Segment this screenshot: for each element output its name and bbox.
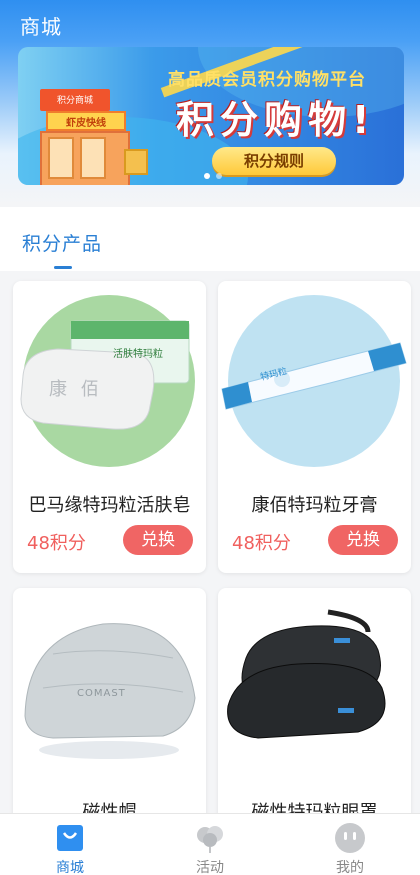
banner-subtitle: 高品质会员积分购物平台 [168, 70, 366, 90]
store-window [48, 137, 74, 179]
carousel-dot-active[interactable] [204, 173, 210, 179]
product-card[interactable]: 活肤特玛粒 康 佰 巴马缘特玛粒活肤皂 48积分 兑换 [13, 281, 206, 573]
tab-activity[interactable]: 活动 [140, 814, 280, 875]
product-name: 巴马缘特玛粒活肤皂 [28, 495, 191, 516]
promo-banner[interactable]: 积分商城 虾皮快线 高品质会员积分购物平台 积分购物! 积分规则 [18, 47, 404, 185]
page-title: 商城 [20, 15, 62, 39]
section-underline [54, 266, 72, 269]
product-price: 48积分 [232, 533, 291, 554]
cart-box [124, 149, 148, 175]
bag-icon [57, 825, 83, 851]
section-title: 积分产品 [22, 233, 103, 255]
eye-mask-illustration [227, 609, 386, 739]
product-image [218, 588, 411, 788]
tab-label: 我的 [336, 860, 364, 875]
product-price: 48积分 [27, 533, 86, 554]
tab-mine[interactable]: 我的 [280, 814, 420, 875]
tab-mall[interactable]: 商城 [0, 814, 140, 875]
balloons-icon [197, 826, 223, 853]
store-roof-label: 积分商城 [56, 96, 93, 106]
cap-emboss: COMAST [77, 688, 126, 699]
store-illustration: 积分商城 虾皮快线 [32, 89, 150, 185]
store-sign-label: 虾皮快线 [66, 118, 106, 129]
product-card[interactable]: 特玛粒 康佰特玛粒牙膏 48积分 兑换 [218, 281, 411, 573]
tab-label: 活动 [196, 860, 224, 875]
redeem-button[interactable]: 兑换 [328, 525, 398, 555]
bottom-tab-bar: 商城 活动 我的 [0, 813, 420, 875]
soap-illustration [20, 320, 190, 430]
tab-label: 商城 [56, 860, 84, 875]
soap-bar-emboss: 康 佰 [49, 379, 103, 400]
product-image: COMAST [13, 588, 206, 788]
redeem-button[interactable]: 兑换 [123, 525, 193, 555]
product-name: 康佰特玛粒牙膏 [251, 495, 378, 516]
soap-package-text: 活肤特玛粒 [113, 349, 163, 360]
toothpaste-illustration [221, 342, 407, 410]
carousel-dot[interactable] [216, 173, 222, 179]
store-window [80, 137, 106, 179]
section-header: 积分产品 [0, 207, 420, 271]
banner-headline: 积分购物! [176, 98, 376, 142]
product-image: 活肤特玛粒 康 佰 [13, 281, 206, 481]
face-icon [335, 823, 365, 853]
product-image: 特玛粒 [218, 281, 411, 481]
points-rules-button[interactable]: 积分规则 [212, 147, 336, 175]
